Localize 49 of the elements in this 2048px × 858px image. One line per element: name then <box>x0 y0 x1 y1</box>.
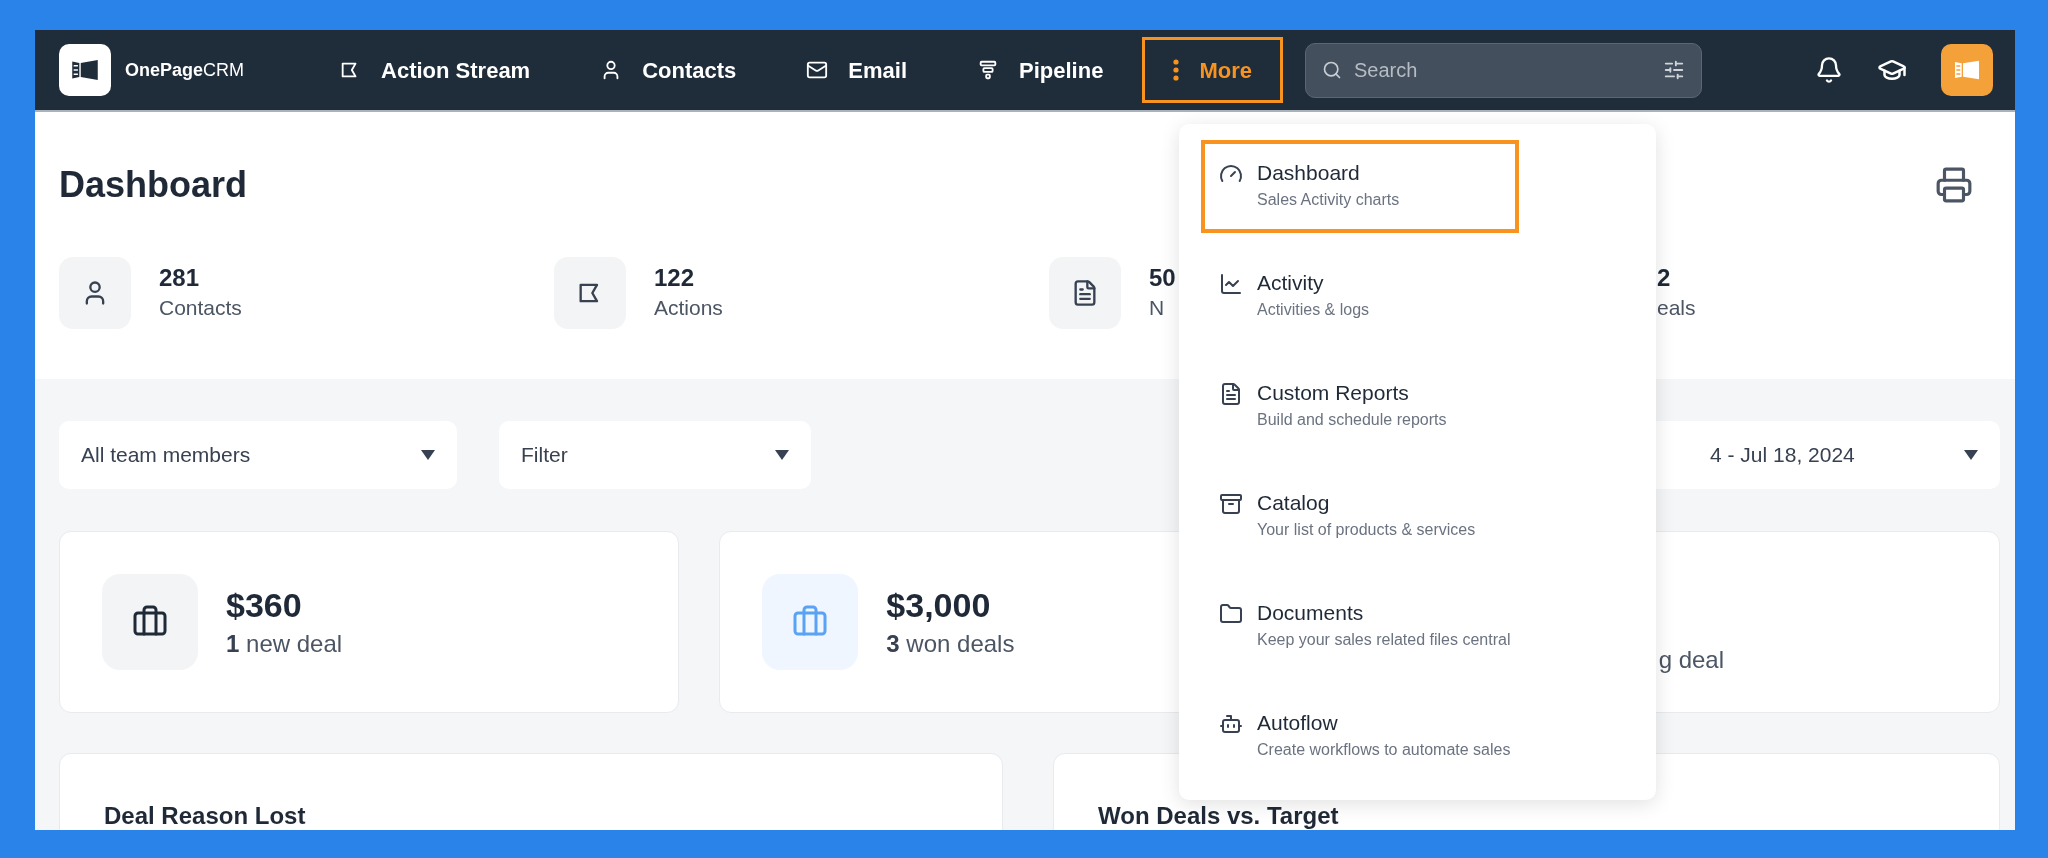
stat-value: 50 <box>1149 263 1176 293</box>
menu-item[interactable]: Custom Reports Build and schedule reports <box>1201 360 1519 453</box>
box-icon <box>1219 492 1243 516</box>
menu-item[interactable]: Catalog Your list of products & services <box>1201 470 1519 563</box>
filter-dropdown[interactable]: Filter <box>499 421 811 489</box>
menu-item[interactable]: Activity Activities & logs <box>1201 250 1519 343</box>
page-title: Dashboard <box>59 163 248 207</box>
caret-icon <box>1964 450 1978 460</box>
deal-count: 1 new deal <box>226 629 343 659</box>
panel-title: Deal Reason Lost <box>104 802 306 829</box>
report-icon <box>1219 382 1243 406</box>
chart-icon <box>1219 272 1243 296</box>
search-icon <box>1321 60 1342 80</box>
search-input[interactable]: Search <box>1353 55 1651 85</box>
sliders-icon[interactable] <box>1662 59 1685 81</box>
stat-value: 281 <box>159 263 201 293</box>
stat-value: 122 <box>654 263 696 293</box>
search-bar[interactable]: Search <box>1304 42 1702 98</box>
deal-count: 3 won deals <box>886 629 1015 659</box>
caret-icon <box>775 450 789 460</box>
nav-tab[interactable]: Email <box>775 37 938 103</box>
menu-item[interactable]: Documents Keep your sales related files central <box>1201 580 1519 673</box>
stat-label: eals <box>1657 295 1696 321</box>
caret-icon <box>421 450 435 460</box>
stat-value: 2 <box>1657 263 1672 293</box>
deal-count: g deal <box>1658 645 1725 675</box>
stat-label: N <box>1149 295 1166 321</box>
panel-title: Won Deals vs. Target <box>1098 802 1339 829</box>
print-icon[interactable] <box>1935 166 1973 204</box>
nav-tab[interactable]: More <box>1142 37 1283 103</box>
stat-label: Contacts <box>159 295 242 321</box>
menu-item[interactable]: Autoflow Create workflows to automate sales <box>1201 690 1519 783</box>
mail-icon <box>806 59 829 81</box>
deal-amount: $360 <box>226 585 303 626</box>
brand-name: OnePageCRM <box>125 58 245 82</box>
app-logo-icon[interactable] <box>1941 44 1993 96</box>
filter-dropdown[interactable]: All team members <box>59 421 457 489</box>
logo-icon[interactable] <box>59 44 111 96</box>
menu-item[interactable]: Dashboard Sales Activity charts <box>1201 140 1519 233</box>
nav-tab[interactable]: Action Stream <box>308 37 562 103</box>
folder-icon <box>1219 602 1243 626</box>
nav-tab[interactable]: Contacts <box>569 37 768 103</box>
stat-label: Actions <box>654 295 723 321</box>
deal-amount: $3,000 <box>886 585 992 626</box>
robot-icon <box>1219 712 1243 736</box>
funnel-icon <box>977 59 999 81</box>
more-icon <box>1173 59 1180 81</box>
nav-tab[interactable]: Pipeline <box>946 37 1135 103</box>
bell-icon[interactable] <box>1815 56 1843 84</box>
